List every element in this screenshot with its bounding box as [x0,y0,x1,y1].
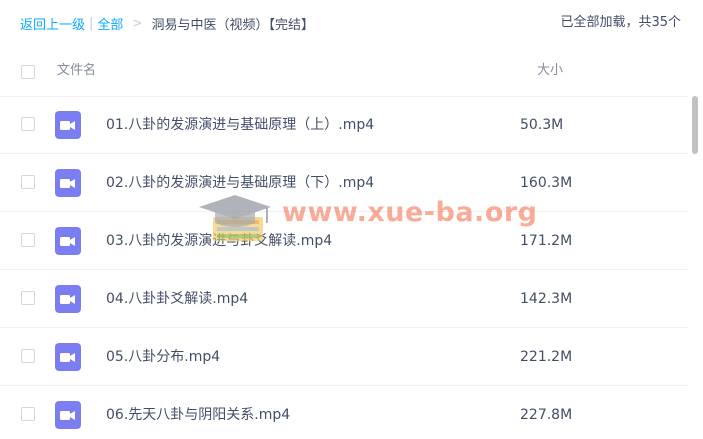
breadcrumb-chevron: > [132,16,143,30]
column-header-name[interactable]: 文件名 [57,46,96,96]
current-folder-name: 洞易与中医（视频）【完结】 [151,17,314,33]
back-link[interactable]: 返回上一级 [20,14,85,33]
file-name[interactable]: 06.先天八卦与阴阳关系.mp4 [106,386,290,439]
select-all-checkbox[interactable] [21,65,35,79]
file-row[interactable]: 02.八卦的发源演进与基础原理（下）.mp4 160.3M [0,154,688,212]
file-row[interactable]: 06.先天八卦与阴阳关系.mp4 227.8M [0,386,688,439]
load-summary: 已全部加载，共35个 [560,15,681,30]
file-name[interactable]: 05.八卦分布.mp4 [106,328,220,386]
top-bar: 返回上一级 | 全部 > 洞易与中医（视频）【完结】 已全部加载，共35个 [0,0,688,46]
file-row[interactable]: 05.八卦分布.mp4 221.2M [0,328,688,386]
video-file-icon [55,111,81,139]
column-header-size[interactable]: 大小 [537,46,563,96]
file-size: 221.2M [520,349,573,365]
breadcrumb-separator: | [89,15,94,31]
file-size: 227.8M [520,407,573,423]
file-list: 01.八卦的发源演进与基础原理（上）.mp4 50.3M 02.八卦的发源演进与… [0,96,688,439]
row-checkbox[interactable] [21,407,35,421]
file-size: 142.3M [520,291,573,307]
row-checkbox[interactable] [21,233,35,247]
file-row[interactable]: 04.八卦卦爻解读.mp4 142.3M [0,270,688,328]
all-files-link[interactable]: 全部 [97,14,123,33]
row-checkbox[interactable] [21,175,35,189]
file-browser: 返回上一级 | 全部 > 洞易与中医（视频）【完结】 已全部加载，共35个 文件… [0,0,703,439]
file-name[interactable]: 02.八卦的发源演进与基础原理（下）.mp4 [106,154,374,212]
row-checkbox[interactable] [21,349,35,363]
breadcrumb: 返回上一级 | 全部 > 洞易与中医（视频）【完结】 [0,14,314,33]
table-header: 文件名 大小 [0,46,688,97]
file-row[interactable]: 01.八卦的发源演进与基础原理（上）.mp4 50.3M [0,96,688,154]
video-file-icon [55,401,81,429]
file-name[interactable]: 04.八卦卦爻解读.mp4 [106,270,248,328]
file-name[interactable]: 03.八卦的发源演进与卦爻解读.mp4 [106,212,332,270]
file-name[interactable]: 01.八卦的发源演进与基础原理（上）.mp4 [106,96,374,154]
video-file-icon [55,227,81,255]
row-checkbox[interactable] [21,291,35,305]
video-file-icon [55,169,81,197]
video-file-icon [55,343,81,371]
file-size: 160.3M [520,175,573,191]
video-file-icon [55,285,81,313]
row-checkbox[interactable] [21,117,35,131]
scrollbar-thumb[interactable] [692,96,698,154]
file-row[interactable]: 03.八卦的发源演进与卦爻解读.mp4 171.2M [0,212,688,270]
file-size: 171.2M [520,233,573,249]
file-size: 50.3M [520,117,564,133]
